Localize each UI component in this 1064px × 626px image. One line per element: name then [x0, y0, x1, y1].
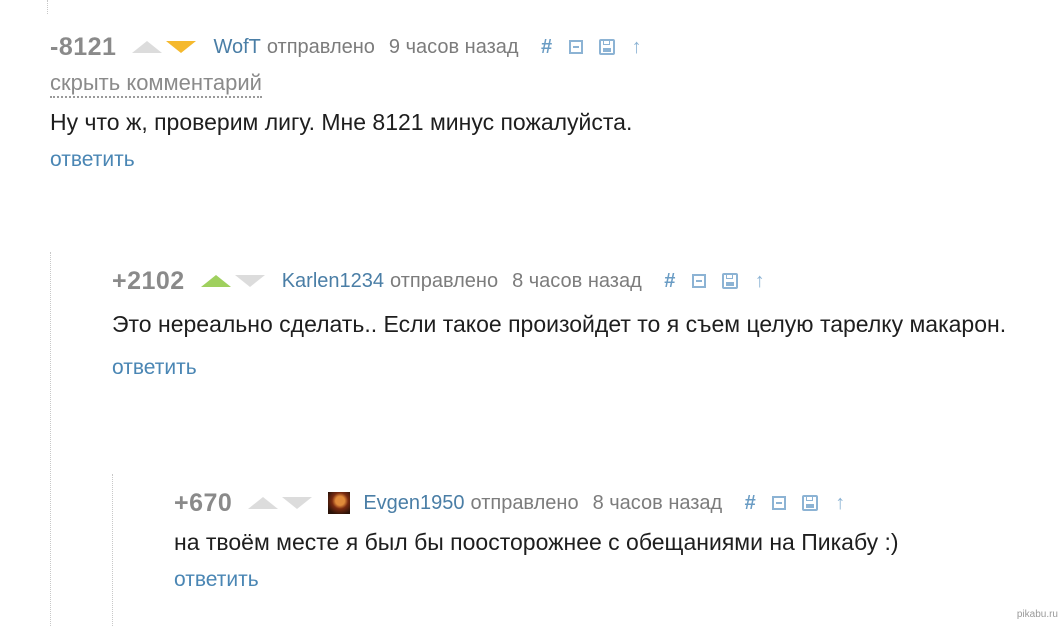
hide-comment-link[interactable]: скрыть комментарий [50, 70, 262, 98]
comment-text: Это нереально сделать.. Если такое произ… [112, 311, 1007, 337]
parent-arrow-icon[interactable]: ↑ [754, 270, 766, 293]
comment-tools: # ↑ [541, 36, 643, 59]
upvote-icon[interactable] [200, 275, 231, 287]
comment-text: Ну что ж, проверим лигу. Мне 8121 минус … [50, 109, 633, 135]
comment-header: +670 Evgen1950 отправлено 8 часов назад … [174, 488, 1044, 518]
hash-icon[interactable]: # [541, 36, 553, 59]
comment-tools: # ↑ [664, 270, 766, 293]
collapse-icon[interactable] [772, 496, 787, 510]
comment-tools: # ↑ [744, 492, 846, 515]
parent-arrow-icon[interactable]: ↑ [834, 492, 846, 515]
comment-rating: +2102 [112, 266, 185, 295]
downvote-icon[interactable] [282, 497, 313, 509]
sent-label: отправлено [470, 491, 579, 514]
comment-header: +2102 Karlen1234 отправлено 8 часов наза… [112, 266, 1032, 296]
collapse-icon[interactable] [691, 274, 706, 288]
comment: -8121 WofT отправлено 9 часов назад # ↑ … [50, 32, 1030, 172]
comment: +670 Evgen1950 отправлено 8 часов назад … [174, 488, 1044, 592]
reply-link[interactable]: ответить [174, 568, 1044, 592]
downvote-icon[interactable] [166, 41, 197, 53]
save-icon[interactable] [802, 495, 819, 511]
reply-link[interactable]: ответить [112, 356, 1032, 380]
save-icon[interactable] [721, 273, 738, 289]
comment-time[interactable]: 8 часов назад [512, 270, 642, 293]
save-icon[interactable] [598, 39, 615, 55]
upvote-icon[interactable] [248, 497, 279, 509]
comment-rating: +670 [174, 488, 233, 517]
thread-line [47, 0, 48, 14]
comment-header: -8121 WofT отправлено 9 часов назад # ↑ [50, 32, 1030, 62]
comment-rating: -8121 [50, 32, 117, 61]
comment-author[interactable]: WofT [213, 36, 260, 59]
thread-line [112, 474, 113, 626]
comment-time[interactable]: 8 часов назад [593, 492, 723, 515]
collapse-icon[interactable] [568, 40, 583, 54]
sent-label: отправлено [390, 269, 499, 292]
comment-author[interactable]: Evgen1950 [363, 492, 464, 515]
comment-time[interactable]: 9 часов назад [389, 36, 519, 59]
hash-icon[interactable]: # [664, 270, 676, 293]
reply-link[interactable]: ответить [50, 148, 1030, 172]
sent-label: отправлено [266, 35, 375, 58]
parent-arrow-icon[interactable]: ↑ [631, 36, 643, 59]
downvote-icon[interactable] [234, 275, 265, 287]
thread-line [50, 252, 51, 626]
comment-text: на твоём месте я был бы поосторожнее с о… [174, 529, 899, 555]
hash-icon[interactable]: # [744, 492, 756, 515]
watermark: pikabu.ru [1016, 609, 1058, 620]
avatar[interactable] [328, 492, 351, 514]
comment: +2102 Karlen1234 отправлено 8 часов наза… [112, 266, 1032, 380]
upvote-icon[interactable] [132, 41, 163, 53]
comment-author[interactable]: Karlen1234 [282, 270, 384, 293]
